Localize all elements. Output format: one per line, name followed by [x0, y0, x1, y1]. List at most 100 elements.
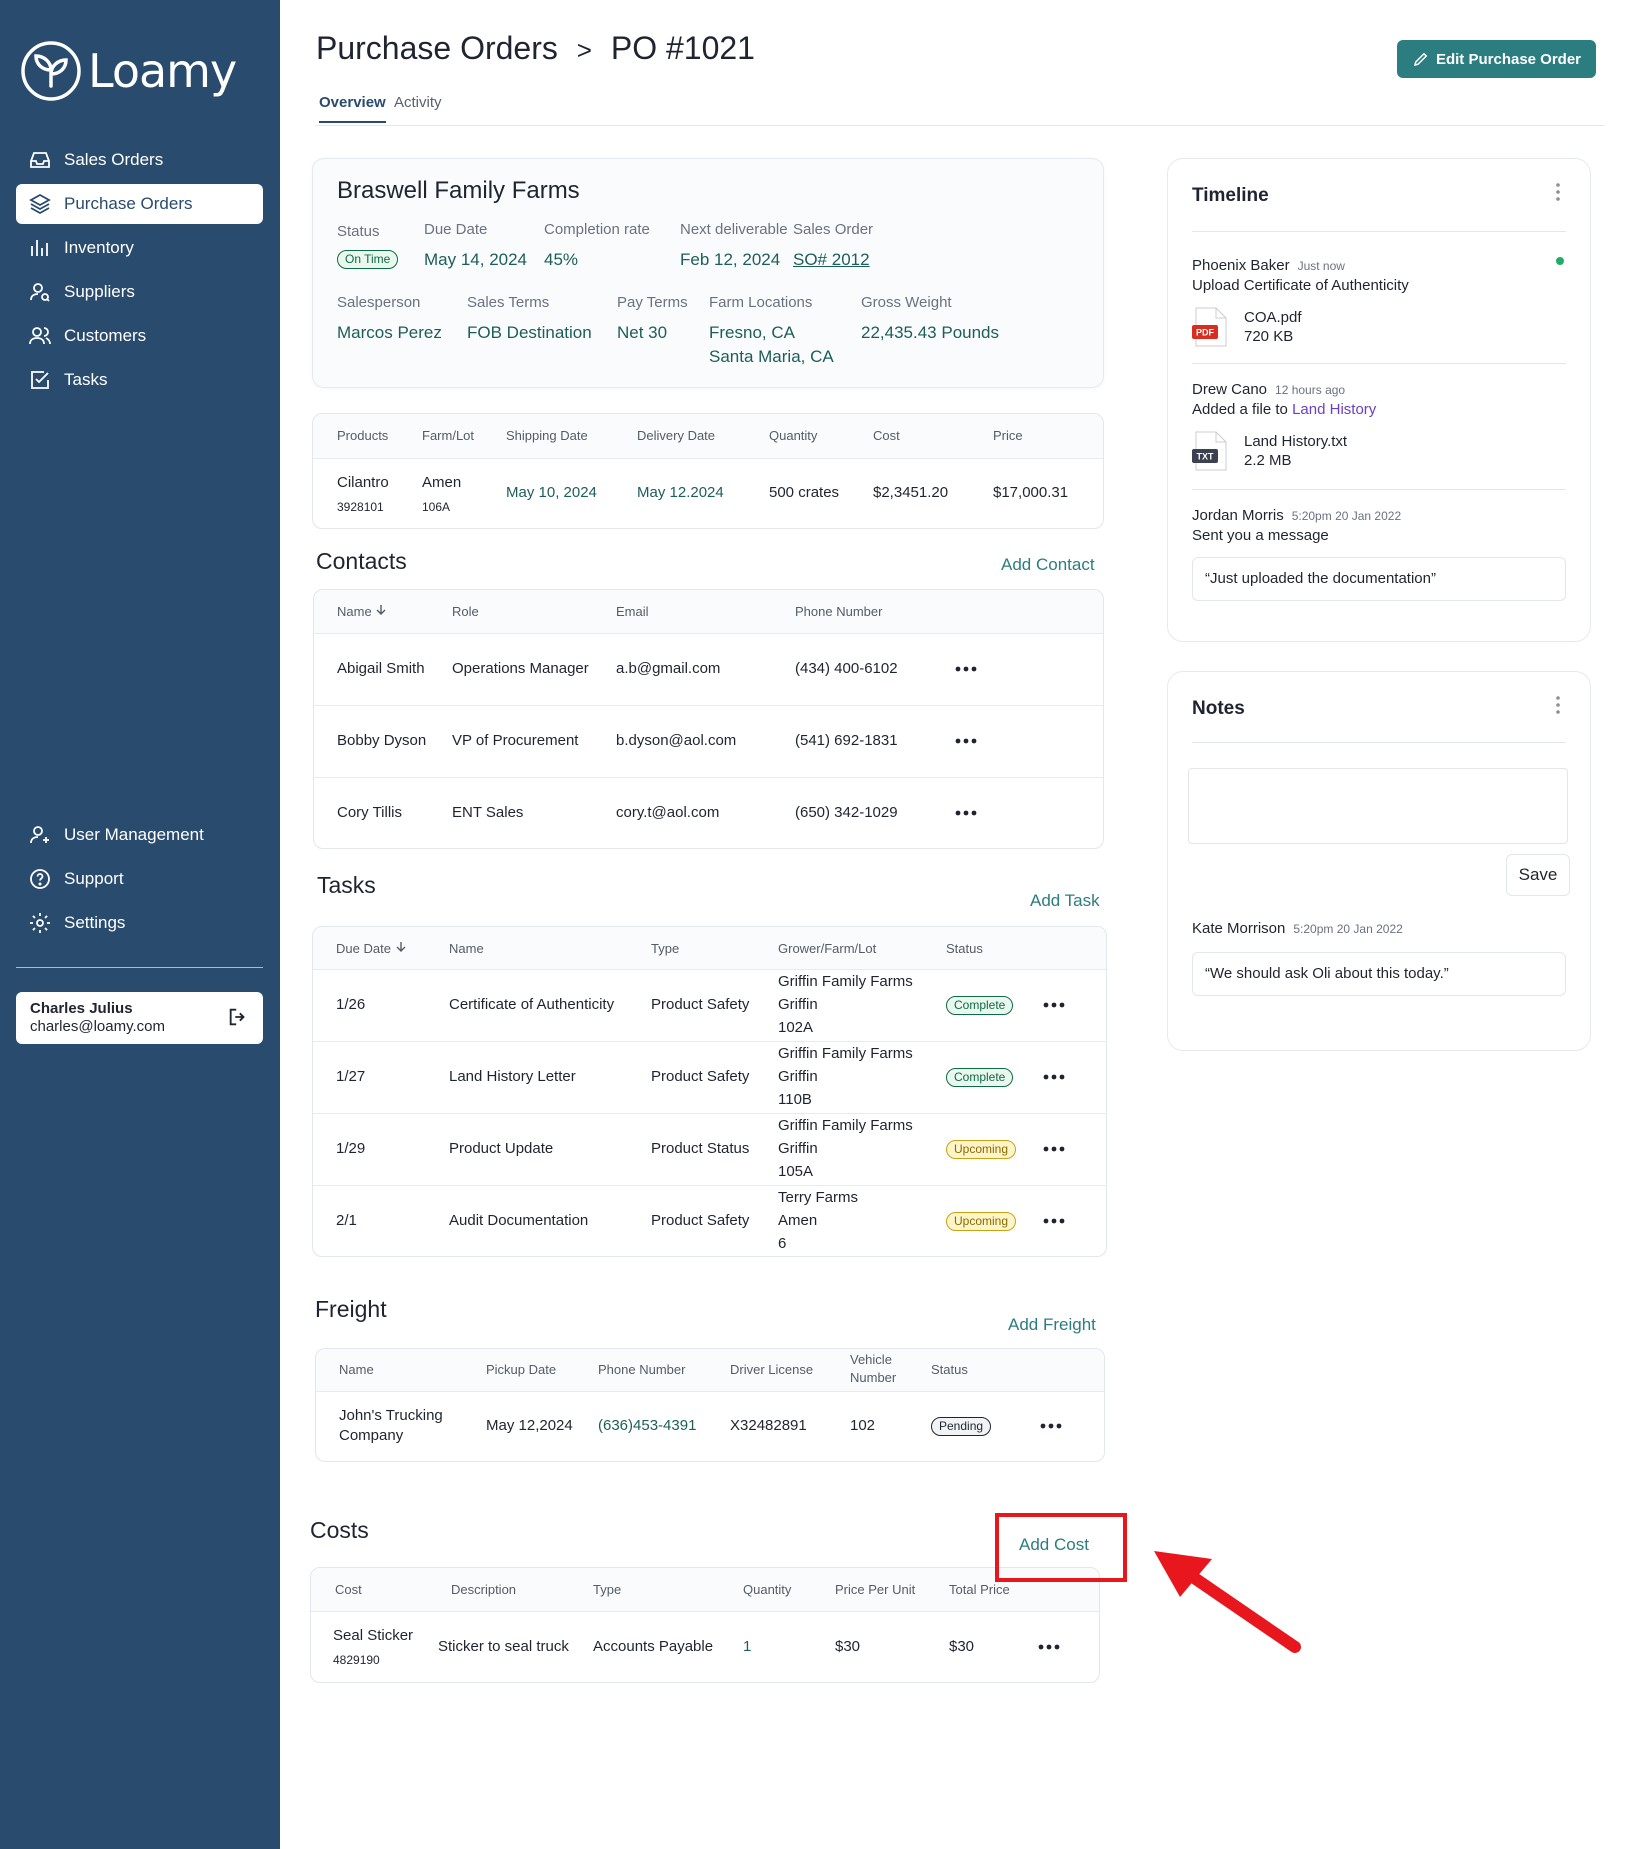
tab-overview[interactable]: Overview — [319, 94, 386, 123]
sidebar-item-suppliers[interactable]: Suppliers — [16, 272, 263, 312]
more-options-icon[interactable] — [955, 738, 977, 744]
column-header: Status — [946, 941, 983, 956]
sidebar-item-tasks[interactable]: Tasks — [16, 360, 263, 400]
lot-number: 106A — [422, 500, 451, 514]
message-quote: “Just uploaded the documentation” — [1192, 557, 1566, 601]
sidebar-item-sales-orders[interactable]: Sales Orders — [16, 140, 263, 180]
column-header: Driver License — [730, 1362, 814, 1377]
sidebar-item-label: User Management — [64, 825, 204, 844]
task-grower: Griffin Family Farms — [778, 973, 913, 990]
divider — [1192, 742, 1566, 743]
field-label: Completion rate — [544, 221, 650, 238]
logo[interactable]: Loamy — [20, 40, 237, 102]
column-header: Quantity — [769, 428, 818, 443]
table-header — [314, 590, 1103, 633]
entry-time: 5:20pm 20 Jan 2022 — [1293, 922, 1403, 936]
contact-role: VP of Procurement — [452, 732, 579, 749]
edit-purchase-order-button[interactable]: Edit Purchase Order — [1397, 40, 1596, 78]
field-label: Status — [337, 223, 380, 240]
column-header-name[interactable]: Name — [337, 604, 387, 619]
more-options-icon[interactable] — [1043, 1074, 1065, 1080]
sales-order-link[interactable]: SO# 2012 — [793, 248, 873, 272]
column-header: Role — [452, 604, 479, 619]
entry-link[interactable]: Land History — [1292, 401, 1376, 418]
more-options-icon[interactable] — [955, 810, 977, 816]
row-divider — [313, 458, 1103, 459]
task-grower: Terry Farms — [778, 1189, 858, 1206]
task-due: 1/29 — [336, 1140, 366, 1157]
status-badge: Upcoming — [946, 1140, 1017, 1159]
save-button[interactable]: Save — [1506, 854, 1570, 896]
contact-name: Bobby Dyson — [337, 732, 427, 749]
cost: $2,3451.20 — [873, 484, 949, 501]
bar-chart-icon — [31, 240, 48, 256]
sidebar-item-label: Purchase Orders — [64, 194, 193, 213]
status-badge: Complete — [946, 1068, 1014, 1087]
more-options-icon[interactable] — [1043, 1218, 1065, 1224]
kebab-menu-icon[interactable] — [1556, 183, 1560, 201]
status-badge: On Time — [337, 250, 399, 269]
breadcrumb-parent[interactable]: Purchase Orders — [316, 30, 558, 66]
entry-author: Kate Morrison — [1192, 920, 1286, 937]
more-options-icon[interactable] — [1043, 1002, 1065, 1008]
sidebar-item-label: Support — [64, 869, 124, 888]
sidebar-item-purchase-orders[interactable]: Purchase Orders — [16, 184, 263, 224]
column-header: Shipping Date — [506, 428, 588, 443]
task-name: Certificate of Authenticity — [449, 996, 615, 1013]
sidebar-item-label: Settings — [64, 913, 126, 932]
column-header: Type — [651, 941, 680, 956]
task-due: 1/27 — [336, 1068, 366, 1085]
more-options-icon[interactable] — [1040, 1423, 1062, 1429]
tasks-table: Due Date Name Type Grower/Farm/Lot Statu… — [312, 926, 1107, 1257]
sidebar-item-customers[interactable]: Customers — [16, 316, 263, 356]
add-task-link[interactable]: Add Task — [1030, 891, 1100, 911]
sidebar-item-settings[interactable]: Settings — [16, 903, 263, 943]
contacts-table: Name Role Email Phone Number Abigail Smi… — [313, 589, 1104, 849]
arrow-down-icon — [376, 605, 386, 615]
tab-activity[interactable]: Activity — [394, 94, 442, 121]
vehicle-number: 102 — [850, 1417, 876, 1434]
more-options-icon[interactable] — [955, 666, 977, 672]
breadcrumb: Purchase Orders > PO #1021 — [316, 30, 755, 67]
timeline-entry: Phoenix Baker Just now Upload Certificate… — [1192, 257, 1409, 294]
pdf-file-icon[interactable]: PDF — [1192, 307, 1228, 347]
column-header-due-date[interactable]: Due Date — [336, 941, 407, 956]
field-value: 45% — [544, 250, 579, 269]
costs-table: Cost Description Type Quantity Price Per… — [310, 1567, 1100, 1683]
notes-input[interactable] — [1188, 768, 1568, 844]
more-options-icon[interactable] — [1038, 1644, 1060, 1650]
cost-id: 4829190 — [333, 1653, 380, 1667]
cost-quantity: 1 — [743, 1638, 752, 1655]
add-contact-link[interactable]: Add Contact — [1001, 555, 1095, 575]
field-label: Farm Locations — [709, 294, 813, 311]
column-header: Total Price — [949, 1582, 1010, 1597]
field-label: Due Date — [424, 221, 488, 238]
field-label: Gross Weight — [861, 294, 952, 311]
sidebar-item-inventory[interactable]: Inventory — [16, 228, 263, 268]
task-name: Product Update — [449, 1140, 554, 1157]
sidebar-item-user-management[interactable]: User Management — [16, 815, 263, 855]
main-nav: Sales Orders Purchase Orders Inventory S… — [16, 140, 263, 404]
task-farm: Griffin — [778, 1140, 818, 1157]
file-name[interactable]: COA.pdf — [1244, 309, 1302, 326]
add-freight-link[interactable]: Add Freight — [1008, 1315, 1096, 1335]
column-header: Phone Number — [795, 604, 883, 619]
contact-name: Cory Tillis — [337, 804, 403, 821]
entry-time: 5:20pm 20 Jan 2022 — [1291, 509, 1402, 523]
product-id: 3928101 — [337, 500, 384, 514]
kebab-menu-icon[interactable] — [1556, 696, 1560, 714]
cost-name: Seal Sticker — [333, 1627, 414, 1644]
sidebar-item-support[interactable]: Support — [16, 859, 263, 899]
farm-locations-field: Farm Locations Fresno, CA Santa Maria, C… — [709, 294, 834, 369]
column-header: Cost — [335, 1582, 362, 1597]
more-options-icon[interactable] — [1043, 1146, 1065, 1152]
task-name: Audit Documentation — [449, 1212, 589, 1229]
txt-file-icon[interactable]: TXT — [1192, 431, 1228, 471]
field-label: Pay Terms — [617, 294, 688, 311]
freight-name: Company — [339, 1427, 404, 1444]
entry-author: Jordan Morris — [1192, 507, 1284, 524]
contact-phone: (541) 692-1831 — [795, 732, 898, 749]
logout-icon[interactable] — [227, 1006, 249, 1028]
file-name[interactable]: Land History.txt — [1244, 433, 1347, 450]
cost-type: Accounts Payable — [593, 1638, 714, 1655]
